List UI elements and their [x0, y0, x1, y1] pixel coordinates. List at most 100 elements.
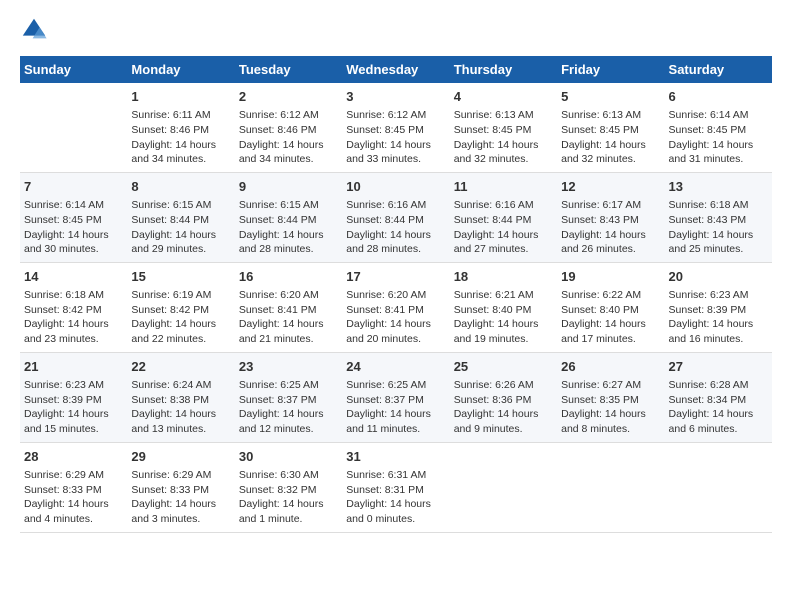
day-number: 18	[454, 268, 553, 286]
calendar-cell	[665, 442, 772, 532]
calendar-cell: 21 Sunrise: 6:23 AMSunset: 8:39 PMDayligh…	[20, 352, 127, 442]
cell-info: Sunrise: 6:28 AMSunset: 8:34 PMDaylight:…	[669, 378, 768, 437]
cell-info: Sunrise: 6:12 AMSunset: 8:46 PMDaylight:…	[239, 108, 338, 167]
day-number: 1	[131, 88, 230, 106]
calendar-cell: 11 Sunrise: 6:16 AMSunset: 8:44 PMDayligh…	[450, 172, 557, 262]
cell-info: Sunrise: 6:30 AMSunset: 8:32 PMDaylight:…	[239, 468, 338, 527]
cell-info: Sunrise: 6:11 AMSunset: 8:46 PMDaylight:…	[131, 108, 230, 167]
calendar-cell: 30Sunrise: 6:30 AMSunset: 8:32 PMDayligh…	[235, 442, 342, 532]
cell-info: Sunrise: 6:23 AMSunset: 8:39 PMDaylight:…	[24, 378, 123, 437]
week-row-5: 28 Sunrise: 6:29 AMSunset: 8:33 PMDayligh…	[20, 442, 772, 532]
day-number: 10	[346, 178, 445, 196]
calendar-cell: 9Sunrise: 6:15 AMSunset: 8:44 PMDaylight…	[235, 172, 342, 262]
calendar-cell: 24 Sunrise: 6:25 AMSunset: 8:37 PMDayligh…	[342, 352, 449, 442]
day-number: 17	[346, 268, 445, 286]
logo	[20, 16, 52, 44]
day-number: 20	[669, 268, 768, 286]
day-number: 7	[24, 178, 123, 196]
week-row-1: 1 Sunrise: 6:11 AMSunset: 8:46 PMDaylight…	[20, 83, 772, 172]
cell-info: Sunrise: 6:15 AMSunset: 8:44 PMDaylight:…	[131, 198, 230, 257]
calendar-cell: 22 Sunrise: 6:24 AMSunset: 8:38 PMDayligh…	[127, 352, 234, 442]
day-number: 29	[131, 448, 230, 466]
calendar-cell: 31Sunrise: 6:31 AMSunset: 8:31 PMDayligh…	[342, 442, 449, 532]
calendar-cell: 13 Sunrise: 6:18 AMSunset: 8:43 PMDayligh…	[665, 172, 772, 262]
calendar-cell: 1 Sunrise: 6:11 AMSunset: 8:46 PMDaylight…	[127, 83, 234, 172]
cell-info: Sunrise: 6:18 AMSunset: 8:43 PMDaylight:…	[669, 198, 768, 257]
header	[20, 16, 772, 44]
day-number: 12	[561, 178, 660, 196]
calendar-cell: 28Sunrise: 6:29 AMSunset: 8:33 PMDayligh…	[20, 442, 127, 532]
day-number: 8	[131, 178, 230, 196]
calendar-cell: 26 Sunrise: 6:27 AMSunset: 8:35 PMDayligh…	[557, 352, 664, 442]
cell-info: Sunrise: 6:18 AMSunset: 8:42 PMDaylight:…	[24, 288, 123, 347]
day-number: 15	[131, 268, 230, 286]
cell-info: Sunrise: 6:25 AMSunset: 8:37 PMDaylight:…	[346, 378, 445, 437]
cell-info: Sunrise: 6:16 AMSunset: 8:44 PMDaylight:…	[454, 198, 553, 257]
calendar-cell: 29 Sunrise: 6:29 AMSunset: 8:33 PMDayligh…	[127, 442, 234, 532]
header-day-wednesday: Wednesday	[342, 56, 449, 83]
calendar-cell	[20, 83, 127, 172]
header-day-monday: Monday	[127, 56, 234, 83]
logo-icon	[20, 16, 48, 44]
day-number: 4	[454, 88, 553, 106]
calendar-cell: 12 Sunrise: 6:17 AMSunset: 8:43 PMDayligh…	[557, 172, 664, 262]
cell-info: Sunrise: 6:29 AMSunset: 8:33 PMDaylight:…	[131, 468, 230, 527]
cell-info: Sunrise: 6:13 AMSunset: 8:45 PMDaylight:…	[454, 108, 553, 167]
day-number: 13	[669, 178, 768, 196]
day-number: 27	[669, 358, 768, 376]
calendar-cell: 27 Sunrise: 6:28 AMSunset: 8:34 PMDayligh…	[665, 352, 772, 442]
day-number: 11	[454, 178, 553, 196]
calendar-cell: 7 Sunrise: 6:14 AMSunset: 8:45 PMDaylight…	[20, 172, 127, 262]
calendar-cell: 3Sunrise: 6:12 AMSunset: 8:45 PMDaylight…	[342, 83, 449, 172]
header-day-saturday: Saturday	[665, 56, 772, 83]
day-number: 23	[239, 358, 338, 376]
calendar-cell: 16 Sunrise: 6:20 AMSunset: 8:41 PMDayligh…	[235, 262, 342, 352]
day-number: 25	[454, 358, 553, 376]
calendar-cell: 18 Sunrise: 6:21 AMSunset: 8:40 PMDayligh…	[450, 262, 557, 352]
day-number: 14	[24, 268, 123, 286]
cell-info: Sunrise: 6:26 AMSunset: 8:36 PMDaylight:…	[454, 378, 553, 437]
cell-info: Sunrise: 6:17 AMSunset: 8:43 PMDaylight:…	[561, 198, 660, 257]
week-row-2: 7 Sunrise: 6:14 AMSunset: 8:45 PMDaylight…	[20, 172, 772, 262]
cell-info: Sunrise: 6:12 AMSunset: 8:45 PMDaylight:…	[346, 108, 445, 167]
calendar-cell: 4 Sunrise: 6:13 AMSunset: 8:45 PMDaylight…	[450, 83, 557, 172]
day-number: 22	[131, 358, 230, 376]
cell-info: Sunrise: 6:21 AMSunset: 8:40 PMDaylight:…	[454, 288, 553, 347]
calendar-cell: 25 Sunrise: 6:26 AMSunset: 8:36 PMDayligh…	[450, 352, 557, 442]
cell-info: Sunrise: 6:27 AMSunset: 8:35 PMDaylight:…	[561, 378, 660, 437]
header-day-thursday: Thursday	[450, 56, 557, 83]
cell-info: Sunrise: 6:19 AMSunset: 8:42 PMDaylight:…	[131, 288, 230, 347]
day-number: 28	[24, 448, 123, 466]
cell-info: Sunrise: 6:23 AMSunset: 8:39 PMDaylight:…	[669, 288, 768, 347]
day-number: 19	[561, 268, 660, 286]
calendar-cell: 8 Sunrise: 6:15 AMSunset: 8:44 PMDaylight…	[127, 172, 234, 262]
calendar-cell	[557, 442, 664, 532]
calendar-cell: 10 Sunrise: 6:16 AMSunset: 8:44 PMDayligh…	[342, 172, 449, 262]
calendar-cell	[450, 442, 557, 532]
cell-info: Sunrise: 6:14 AMSunset: 8:45 PMDaylight:…	[24, 198, 123, 257]
week-row-3: 14 Sunrise: 6:18 AMSunset: 8:42 PMDayligh…	[20, 262, 772, 352]
header-day-sunday: Sunday	[20, 56, 127, 83]
cell-info: Sunrise: 6:16 AMSunset: 8:44 PMDaylight:…	[346, 198, 445, 257]
day-number: 5	[561, 88, 660, 106]
day-number: 26	[561, 358, 660, 376]
calendar-cell: 2 Sunrise: 6:12 AMSunset: 8:46 PMDaylight…	[235, 83, 342, 172]
calendar-cell: 23Sunrise: 6:25 AMSunset: 8:37 PMDayligh…	[235, 352, 342, 442]
calendar-cell: 6Sunrise: 6:14 AMSunset: 8:45 PMDaylight…	[665, 83, 772, 172]
day-number: 21	[24, 358, 123, 376]
cell-info: Sunrise: 6:31 AMSunset: 8:31 PMDaylight:…	[346, 468, 445, 527]
day-number: 24	[346, 358, 445, 376]
cell-info: Sunrise: 6:20 AMSunset: 8:41 PMDaylight:…	[239, 288, 338, 347]
cell-info: Sunrise: 6:20 AMSunset: 8:41 PMDaylight:…	[346, 288, 445, 347]
calendar-cell: 14 Sunrise: 6:18 AMSunset: 8:42 PMDayligh…	[20, 262, 127, 352]
header-day-tuesday: Tuesday	[235, 56, 342, 83]
calendar-cell: 20 Sunrise: 6:23 AMSunset: 8:39 PMDayligh…	[665, 262, 772, 352]
header-day-friday: Friday	[557, 56, 664, 83]
cell-info: Sunrise: 6:24 AMSunset: 8:38 PMDaylight:…	[131, 378, 230, 437]
day-number: 2	[239, 88, 338, 106]
day-number: 16	[239, 268, 338, 286]
cell-info: Sunrise: 6:13 AMSunset: 8:45 PMDaylight:…	[561, 108, 660, 167]
header-row: SundayMondayTuesdayWednesdayThursdayFrid…	[20, 56, 772, 83]
week-row-4: 21 Sunrise: 6:23 AMSunset: 8:39 PMDayligh…	[20, 352, 772, 442]
calendar-cell: 17 Sunrise: 6:20 AMSunset: 8:41 PMDayligh…	[342, 262, 449, 352]
